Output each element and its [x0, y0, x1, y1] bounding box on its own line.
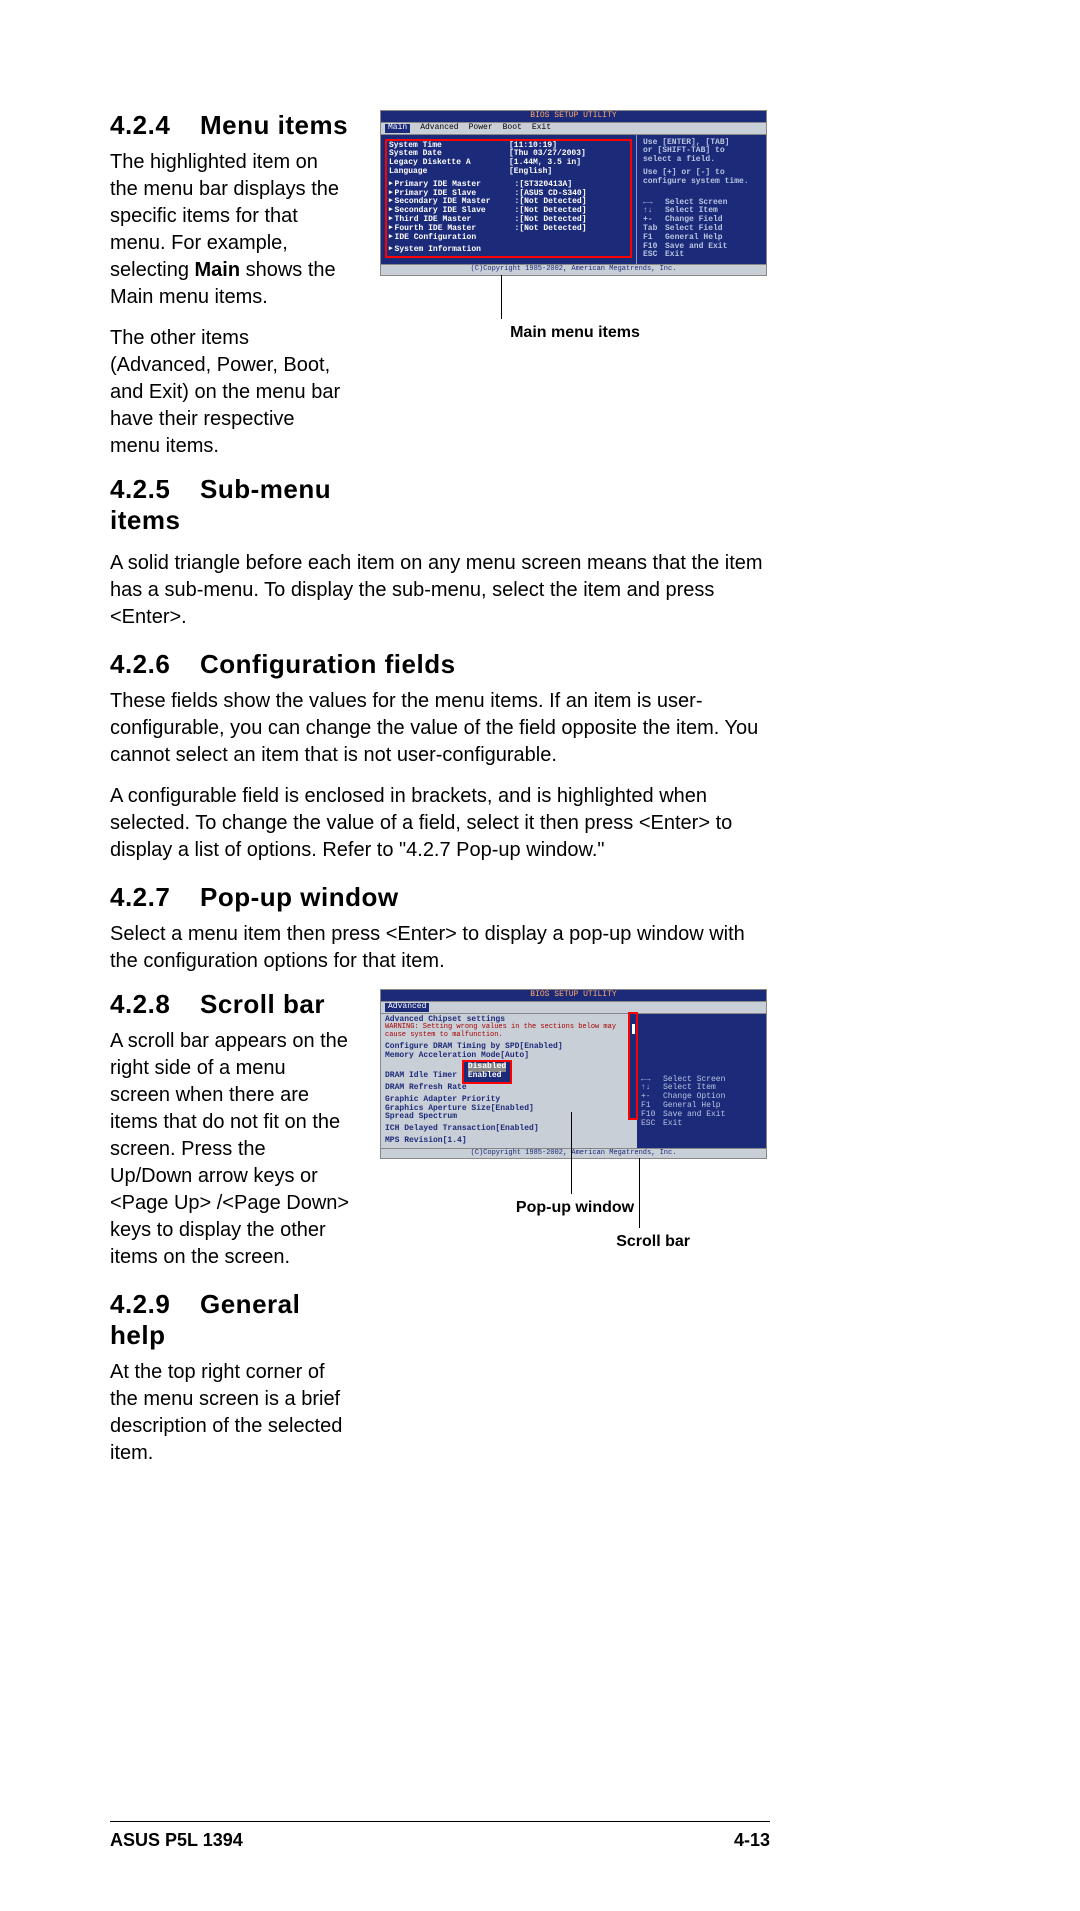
heading-428: 4.2.8Scroll bar	[110, 989, 350, 1020]
footer-model: ASUS P5L 1394	[110, 1830, 243, 1851]
scrollbar-redbox	[628, 1012, 638, 1120]
heading-425: 4.2.5Sub-menu items	[110, 474, 350, 536]
heading-427: 4.2.7Pop-up window	[110, 882, 770, 913]
para-429-1: At the top right corner of the menu scre…	[110, 1359, 350, 1467]
caption-main-menu-items: Main menu items	[380, 324, 770, 342]
caption-scroll-bar: Scroll bar	[380, 1233, 770, 1251]
page-footer: ASUS P5L 1394 4-13	[110, 1821, 770, 1851]
caption-popup-window: Pop-up window	[380, 1199, 770, 1217]
popup-window-box: Disabled Enabled	[462, 1060, 512, 1084]
para-424-2: The other items (Advanced, Power, Boot, …	[110, 325, 350, 460]
bios-screenshot-main: BIOS SETUP UTILITY Main Advanced Power B…	[380, 110, 767, 276]
bios-screenshot-advanced: BIOS SETUP UTILITY Advanced Advanced Chi…	[380, 989, 767, 1159]
footer-page-number: 4-13	[734, 1830, 770, 1851]
para-426-2: A configurable field is enclosed in brac…	[110, 783, 770, 864]
heading-424: 4.2.4Menu items	[110, 110, 350, 141]
para-426-1: These fields show the values for the men…	[110, 688, 770, 769]
para-427-1: Select a menu item then press <Enter> to…	[110, 921, 770, 975]
para-428-1: A scroll bar appears on the right side o…	[110, 1028, 350, 1271]
para-425-1: A solid triangle before each item on any…	[110, 550, 770, 631]
para-424-1: The highlighted item on the menu bar dis…	[110, 149, 350, 311]
heading-426: 4.2.6Configuration fields	[110, 649, 770, 680]
heading-429: 4.2.9General help	[110, 1289, 350, 1351]
menu-items-redbox: System Time[11:10:19] System Date[Thu 03…	[385, 139, 632, 259]
